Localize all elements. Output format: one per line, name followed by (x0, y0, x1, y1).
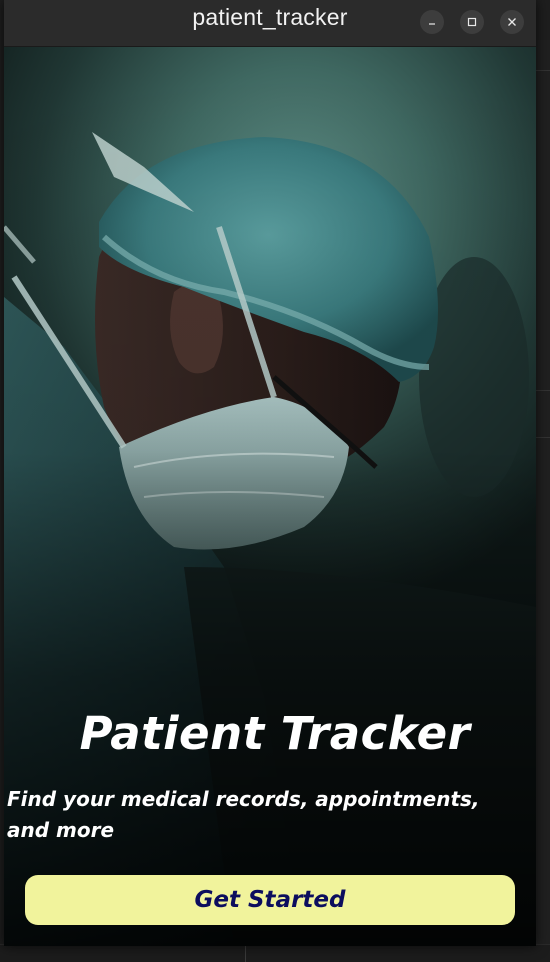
divider (536, 390, 550, 391)
minimize-icon (429, 23, 435, 25)
desktop: patient_tracker Patient Tracker Find you… (0, 0, 550, 962)
app-subtitle: Find your medical records, appointments,… (7, 787, 480, 842)
divider (536, 437, 550, 438)
background-app-footer (0, 944, 550, 962)
app-window: patient_tracker Patient Tracker Find you… (4, 0, 536, 946)
maximize-button[interactable] (460, 10, 484, 34)
background-app-strip (535, 40, 550, 962)
window-title: patient_tracker (192, 4, 348, 30)
welcome-screen: Patient Tracker Find your medical record… (4, 47, 536, 946)
divider (536, 70, 550, 71)
close-icon (508, 18, 516, 26)
maximize-icon (467, 17, 477, 27)
divider (245, 945, 246, 962)
close-button[interactable] (500, 10, 524, 34)
get-started-button[interactable]: Get Started (25, 875, 515, 925)
app-title: Patient Tracker (79, 707, 471, 760)
minimize-button[interactable] (420, 10, 444, 34)
title-bar[interactable]: patient_tracker (4, 0, 536, 47)
